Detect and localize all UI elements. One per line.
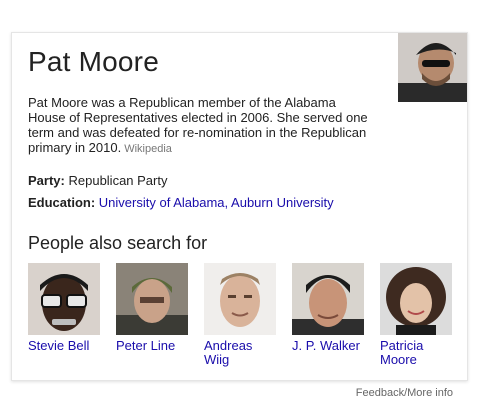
person-photo[interactable] bbox=[116, 263, 188, 335]
education-label: Education: bbox=[28, 195, 96, 210]
person-photo[interactable] bbox=[28, 263, 100, 335]
person-name[interactable]: Stevie Bell bbox=[28, 339, 100, 353]
person-name[interactable]: Andreas Wiig bbox=[204, 339, 276, 367]
description-text: Pat Moore was a Republican member of the… bbox=[28, 95, 368, 155]
person-name[interactable]: Patricia Moore bbox=[380, 339, 452, 367]
party-value: Republican Party bbox=[68, 173, 168, 188]
party-fact: Party: Republican Party bbox=[28, 173, 167, 188]
feedback-link[interactable]: Feedback/More info bbox=[356, 387, 453, 399]
person-card-andreas-wiig[interactable]: Andreas Wiig bbox=[204, 263, 276, 367]
people-also-search-heading: People also search for bbox=[28, 233, 208, 253]
person-card-stevie-bell[interactable]: Stevie Bell bbox=[28, 263, 100, 353]
entity-title: Pat Moore bbox=[28, 46, 159, 77]
person-name[interactable]: Peter Line bbox=[116, 339, 188, 353]
person-photo[interactable] bbox=[380, 263, 452, 335]
person-card-jp-walker[interactable]: J. P. Walker bbox=[292, 263, 364, 353]
wikipedia-source-link[interactable]: Wikipedia bbox=[124, 143, 172, 155]
education-link-university-of-alabama[interactable]: University of Alabama bbox=[99, 195, 225, 210]
education-fact: Education: University of Alabama, Auburn… bbox=[28, 195, 334, 210]
party-label: Party: bbox=[28, 173, 65, 188]
entity-description: Pat Moore was a Republican member of the… bbox=[28, 95, 376, 157]
knowledge-panel: Pat Moore Pat Moore was a Republican mem… bbox=[11, 32, 468, 381]
person-photo[interactable] bbox=[204, 263, 276, 335]
entity-main-image[interactable] bbox=[398, 33, 467, 102]
person-name[interactable]: J. P. Walker bbox=[292, 339, 364, 353]
person-photo[interactable] bbox=[292, 263, 364, 335]
person-card-peter-line[interactable]: Peter Line bbox=[116, 263, 188, 353]
education-link-auburn-university[interactable]: Auburn University bbox=[231, 195, 334, 210]
person-card-patricia-moore[interactable]: Patricia Moore bbox=[380, 263, 452, 367]
